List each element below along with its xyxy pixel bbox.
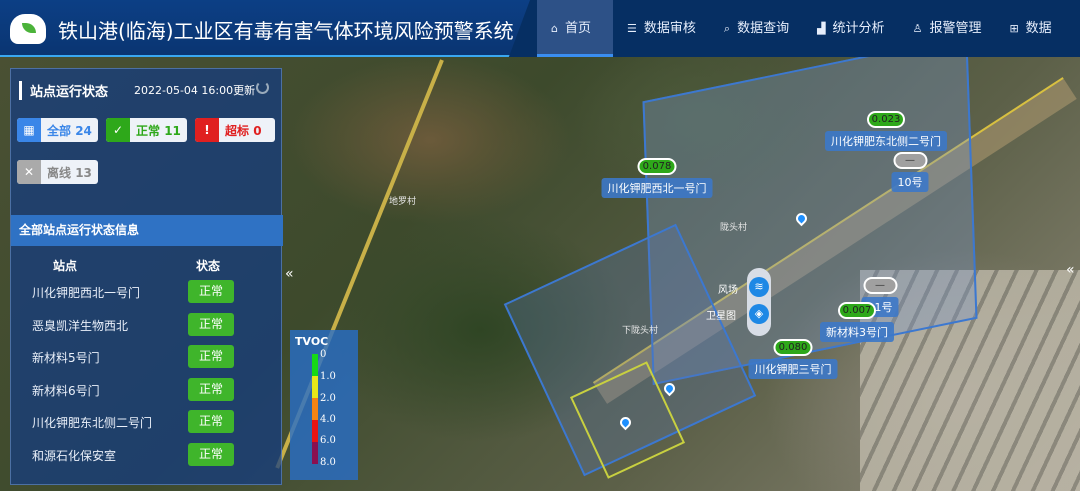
legend-tick: 4.0	[320, 414, 336, 425]
station-name: 川化钾肥三号门	[748, 359, 838, 379]
legend-tick: 8.0	[320, 457, 336, 468]
nav-label: 统计分析	[832, 21, 885, 36]
search-icon: ⌕	[723, 22, 731, 35]
refresh-icon[interactable]	[256, 81, 269, 94]
badge-count: 0	[253, 123, 262, 138]
station-status-panel: 站点运行状态 2022-05-04 16:00更新 ▦ 全部 24 ✓ 正常 11 …	[10, 68, 283, 485]
station-name: 新材料5号门	[32, 351, 100, 365]
village-label: 下陇头村	[622, 326, 659, 336]
nav-data[interactable]: ⊞ 数据	[995, 0, 1065, 57]
chart-icon: ▟	[817, 22, 826, 35]
status-badge: 正常	[188, 313, 234, 336]
home-icon: ⌂	[551, 22, 558, 35]
grid-icon: ▦	[17, 118, 41, 142]
wind-field-label: 风场	[718, 285, 738, 296]
station-marker[interactable]: 0.080 川化钾肥三号门	[748, 335, 838, 379]
satellite-layer-button[interactable]: ◈	[749, 304, 769, 324]
table-row[interactable]: 新材料6号门 正常	[11, 377, 283, 403]
filter-offline-button[interactable]: ✕ 离线 13	[17, 160, 98, 184]
badge-label: 全部	[47, 123, 72, 138]
badge-label: 离线	[47, 165, 72, 180]
nav-label: 报警管理	[929, 21, 982, 36]
station-name: 恶臭凯洋生物西北	[32, 319, 129, 333]
table-row[interactable]: 川化钾肥东北侧二号门 正常	[11, 409, 283, 435]
legend-tick: 6.0	[320, 435, 336, 446]
nav-label: 数据查询	[737, 21, 790, 36]
station-name: 10号	[891, 172, 929, 192]
table-row[interactable]: 恶臭凯洋生物西北 正常	[11, 312, 283, 338]
station-value: 0.007	[837, 302, 877, 319]
nav-data-review[interactable]: ☰ 数据审核	[613, 0, 710, 57]
badge-label: 正常	[136, 123, 161, 138]
map-layer-controls: ≋ ◈	[747, 268, 771, 336]
satellite-label: 卫星图	[706, 311, 736, 322]
legend-color-bar	[312, 354, 318, 464]
status-badge: 正常	[188, 378, 234, 401]
panel-title: 站点运行状态	[19, 81, 108, 100]
alarm-icon: ♙	[912, 22, 923, 35]
station-value: 0.080	[773, 339, 813, 356]
nav-label: 数据审核	[643, 21, 696, 36]
column-header-status: 状态	[196, 259, 221, 273]
check-icon: ✓	[106, 118, 130, 142]
station-value: 0.078	[637, 158, 677, 175]
main-nav: ⌂ 首页 ☰ 数据审核 ⌕ 数据查询 ▟ 统计分析 ♙ 报警管理 ⊞ 数据	[537, 0, 1066, 57]
status-badge: 正常	[188, 345, 234, 368]
badge-label: 超标	[225, 123, 250, 138]
village-label: 地罗村	[389, 197, 417, 207]
station-name: 川化钾肥东北侧二号门	[825, 131, 947, 151]
village-label: 陇头村	[720, 223, 748, 233]
header: 铁山港(临海)工业区有毒有害气体环境风险预警系统 ⌂ 首页 ☰ 数据审核 ⌕ 数据查询…	[0, 0, 1080, 57]
status-badge: 正常	[188, 410, 234, 433]
status-badge: 正常	[188, 443, 234, 466]
section-header: 全部站点运行状态信息	[11, 215, 283, 246]
station-name: 川化钾肥东北侧二号门	[32, 416, 153, 430]
nav-statistics[interactable]: ▟ 统计分析	[803, 0, 898, 57]
tvoc-legend: TVOC 0 1.0 2.0 4.0 6.0 8.0	[290, 330, 358, 480]
app-title: 铁山港(临海)工业区有毒有害气体环境风险预警系统	[58, 19, 514, 43]
column-header-station: 站点	[53, 259, 78, 273]
badge-count: 13	[75, 165, 92, 180]
nav-data-query[interactable]: ⌕ 数据查询	[710, 0, 803, 57]
close-circle-icon: ✕	[17, 160, 41, 184]
filter-normal-button[interactable]: ✓ 正常 11	[106, 118, 187, 142]
station-name: 和源石化保安室	[32, 449, 117, 463]
nav-home[interactable]: ⌂ 首页	[537, 0, 613, 57]
update-time: 2022-05-04 16:00更新	[134, 84, 256, 97]
badge-count: 24	[75, 123, 92, 138]
legend-tick: 2.0	[320, 393, 336, 404]
station-name: 新材料6号门	[32, 384, 100, 398]
station-value: 0.023	[866, 111, 906, 128]
status-badge: 正常	[188, 280, 234, 303]
legend-tick: 0	[320, 349, 327, 360]
list-icon: ☰	[627, 22, 637, 35]
collapse-right-panel-icon[interactable]: «	[1066, 262, 1075, 278]
station-name: 川化钾肥西北一号门	[601, 178, 713, 198]
wind-field-button[interactable]: ≋	[749, 277, 769, 297]
station-marker[interactable]: 0.023 川化钾肥东北侧二号门	[825, 107, 947, 151]
station-value: —	[863, 277, 897, 294]
alert-icon: !	[195, 118, 219, 142]
legend-title: TVOC	[295, 335, 329, 348]
nav-label: 数据	[1025, 21, 1052, 36]
filter-all-button[interactable]: ▦ 全部 24	[17, 118, 98, 142]
table-icon: ⊞	[1009, 22, 1019, 35]
collapse-left-panel-icon[interactable]: «	[285, 266, 294, 282]
table-row[interactable]: 和源石化保安室 正常	[11, 442, 283, 468]
nav-label: 首页	[564, 21, 591, 36]
station-name: 川化钾肥西北一号门	[32, 286, 141, 300]
badge-count: 11	[164, 123, 181, 138]
nav-alarm[interactable]: ♙ 报警管理	[899, 0, 996, 57]
legend-tick: 1.0	[320, 371, 336, 382]
station-marker[interactable]: 0.078 川化钾肥西北一号门	[601, 154, 713, 198]
station-marker[interactable]: — 10号	[891, 148, 929, 192]
leaf-cloud-logo-icon	[10, 14, 46, 44]
table-row[interactable]: 新材料5号门 正常	[11, 344, 283, 370]
filter-over-button[interactable]: ! 超标 0	[195, 118, 275, 142]
station-value: —	[893, 152, 927, 169]
table-row[interactable]: 川化钾肥西北一号门 正常	[11, 279, 283, 305]
